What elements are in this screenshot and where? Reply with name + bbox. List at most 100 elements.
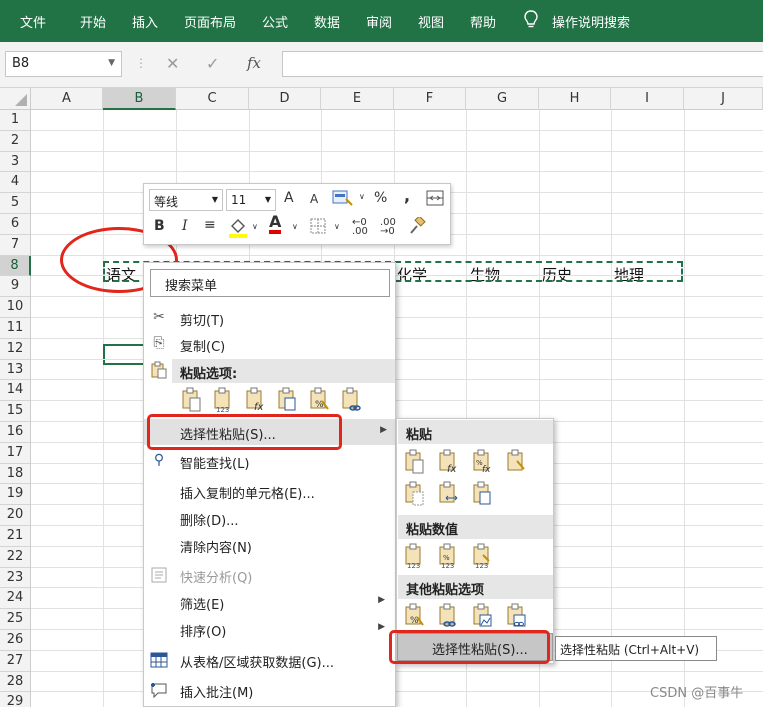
format-painter-icon[interactable] bbox=[408, 217, 426, 235]
menu-item-clear-contents[interactable]: 清除内容(N) bbox=[144, 532, 395, 558]
menu-item-cut[interactable]: ✂ 剪切(T) bbox=[144, 305, 395, 331]
paste-keep-source-format-icon[interactable] bbox=[505, 449, 527, 475]
row-header[interactable]: 11 bbox=[0, 318, 31, 339]
borders-icon[interactable] bbox=[310, 218, 326, 234]
column-header-b[interactable]: B bbox=[103, 88, 176, 110]
column-header-c[interactable]: C bbox=[176, 88, 249, 110]
paste-values-icon[interactable]: 123 bbox=[212, 387, 234, 413]
chevron-down-icon[interactable]: ▼ bbox=[108, 58, 115, 68]
increase-decimal-icon[interactable]: ←0.00 bbox=[352, 218, 368, 237]
chevron-down-icon[interactable]: ▼ bbox=[212, 195, 218, 204]
row-header[interactable]: 5 bbox=[0, 193, 31, 214]
cell-style-icon[interactable] bbox=[332, 189, 354, 207]
row-header[interactable]: 8 bbox=[0, 255, 31, 277]
italic-button[interactable]: I bbox=[182, 218, 188, 234]
formula-input[interactable] bbox=[282, 51, 763, 77]
tab-home[interactable]: 开始 bbox=[80, 12, 106, 31]
row-header[interactable]: 24 bbox=[0, 588, 31, 610]
row-header[interactable]: 29 bbox=[0, 692, 31, 707]
row-header[interactable]: 13 bbox=[0, 359, 31, 381]
row-header[interactable]: 14 bbox=[0, 380, 31, 402]
comma-style-button[interactable]: , bbox=[404, 186, 410, 205]
cancel-icon[interactable]: ✕ bbox=[166, 54, 179, 73]
name-box[interactable]: B8 ▼ bbox=[5, 51, 122, 77]
paste-icon[interactable] bbox=[180, 387, 202, 413]
chevron-down-icon[interactable]: ▼ bbox=[265, 195, 271, 204]
column-header-a[interactable]: A bbox=[31, 88, 103, 110]
paste-values-number-format-icon[interactable]: %123 bbox=[437, 543, 459, 569]
tab-file[interactable]: 文件 bbox=[20, 12, 46, 31]
tab-data[interactable]: 数据 bbox=[314, 12, 340, 31]
paste-formatting-icon[interactable]: % bbox=[308, 387, 330, 413]
column-header-h[interactable]: H bbox=[539, 88, 611, 110]
column-header-j[interactable]: J bbox=[684, 88, 763, 110]
merge-center-icon[interactable] bbox=[426, 189, 444, 207]
menu-item-smart-lookup[interactable]: ⚲ 智能查找(L) bbox=[144, 448, 395, 474]
paste-formulas-number-format-icon[interactable]: %fx bbox=[471, 449, 493, 475]
row-header[interactable]: 7 bbox=[0, 234, 31, 256]
menu-item-delete[interactable]: 删除(D)... bbox=[144, 505, 395, 531]
paste-values-icon[interactable]: 123 bbox=[403, 543, 425, 569]
shrink-font-button[interactable]: A bbox=[310, 192, 318, 206]
fill-color-icon[interactable] bbox=[228, 216, 248, 238]
row-header[interactable]: 1 bbox=[0, 110, 31, 131]
grow-font-button[interactable]: A bbox=[284, 190, 294, 206]
column-header-e[interactable]: E bbox=[321, 88, 394, 110]
row-header[interactable]: 27 bbox=[0, 650, 31, 672]
tab-page-layout[interactable]: 页面布局 bbox=[184, 12, 236, 31]
percent-style-button[interactable]: % bbox=[374, 190, 387, 206]
paste-transpose-icon[interactable] bbox=[276, 387, 298, 413]
enter-check-icon[interactable]: ✓ bbox=[206, 54, 219, 73]
menu-item-insert-copied-cells[interactable]: 插入复制的单元格(E)... bbox=[144, 478, 395, 504]
row-header[interactable]: 19 bbox=[0, 484, 31, 506]
font-size-box[interactable]: 11 ▼ bbox=[226, 189, 276, 211]
tab-formulas[interactable]: 公式 bbox=[262, 12, 288, 31]
menu-item-insert-comment[interactable]: 插入批注(M) bbox=[144, 677, 395, 703]
font-name-box[interactable]: 等线 ▼ bbox=[149, 189, 223, 211]
row-header[interactable]: 6 bbox=[0, 214, 31, 235]
tab-insert[interactable]: 插入 bbox=[132, 12, 158, 31]
tab-review[interactable]: 审阅 bbox=[366, 12, 392, 31]
tab-view[interactable]: 视图 bbox=[418, 12, 444, 31]
paste-formulas-icon[interactable]: fx bbox=[437, 449, 459, 475]
row-header[interactable]: 16 bbox=[0, 422, 31, 443]
menu-item-get-data-from-table[interactable]: 从表格/区域获取数据(G)... bbox=[144, 647, 395, 673]
insert-function-icon[interactable]: fx bbox=[247, 54, 261, 72]
row-header[interactable]: 15 bbox=[0, 401, 31, 422]
menu-item-filter[interactable]: 筛选(E) ▶ bbox=[144, 589, 395, 615]
row-header[interactable]: 2 bbox=[0, 130, 31, 152]
row-header[interactable]: 17 bbox=[0, 442, 31, 464]
font-color-button[interactable]: A bbox=[269, 214, 282, 234]
column-header-g[interactable]: G bbox=[466, 88, 539, 110]
menu-item-sort[interactable]: 排序(O) ▶ bbox=[144, 616, 395, 642]
paste-no-borders-icon[interactable] bbox=[403, 481, 425, 507]
row-header[interactable]: 10 bbox=[0, 297, 31, 318]
row-header[interactable]: 22 bbox=[0, 546, 31, 568]
chevron-down-icon[interactable]: ∨ bbox=[252, 222, 258, 231]
paste-linked-picture-icon[interactable] bbox=[505, 603, 527, 629]
paste-picture-icon[interactable] bbox=[471, 603, 493, 629]
column-header-f[interactable]: F bbox=[394, 88, 466, 110]
row-header[interactable]: 23 bbox=[0, 567, 31, 589]
chevron-down-icon[interactable]: ∨ bbox=[292, 222, 298, 231]
align-center-icon[interactable]: ≡ bbox=[204, 217, 216, 233]
paste-transpose-icon[interactable] bbox=[471, 481, 493, 507]
row-header[interactable]: 4 bbox=[0, 172, 31, 194]
row-header[interactable]: 18 bbox=[0, 463, 31, 485]
tab-help[interactable]: 帮助 bbox=[470, 12, 496, 31]
row-header[interactable]: 20 bbox=[0, 505, 31, 526]
tell-me-search[interactable]: 操作说明搜索 bbox=[552, 12, 630, 31]
row-header[interactable]: 26 bbox=[0, 630, 31, 651]
drag-handle-icon[interactable]: ⋮ bbox=[135, 56, 147, 70]
row-header[interactable]: 3 bbox=[0, 151, 31, 173]
chevron-down-icon[interactable]: ∨ bbox=[359, 192, 365, 201]
row-header[interactable]: 9 bbox=[0, 276, 31, 298]
row-header[interactable]: 12 bbox=[0, 338, 31, 360]
select-all-button[interactable] bbox=[0, 88, 31, 110]
menu-search-input[interactable]: 搜索菜单 bbox=[150, 269, 390, 297]
paste-keep-column-widths-icon[interactable] bbox=[437, 481, 459, 507]
row-header[interactable]: 28 bbox=[0, 671, 31, 693]
bold-button[interactable]: B bbox=[154, 218, 165, 234]
paste-link-icon[interactable] bbox=[437, 603, 459, 629]
decrease-decimal-icon[interactable]: .00 →0 bbox=[380, 218, 396, 237]
